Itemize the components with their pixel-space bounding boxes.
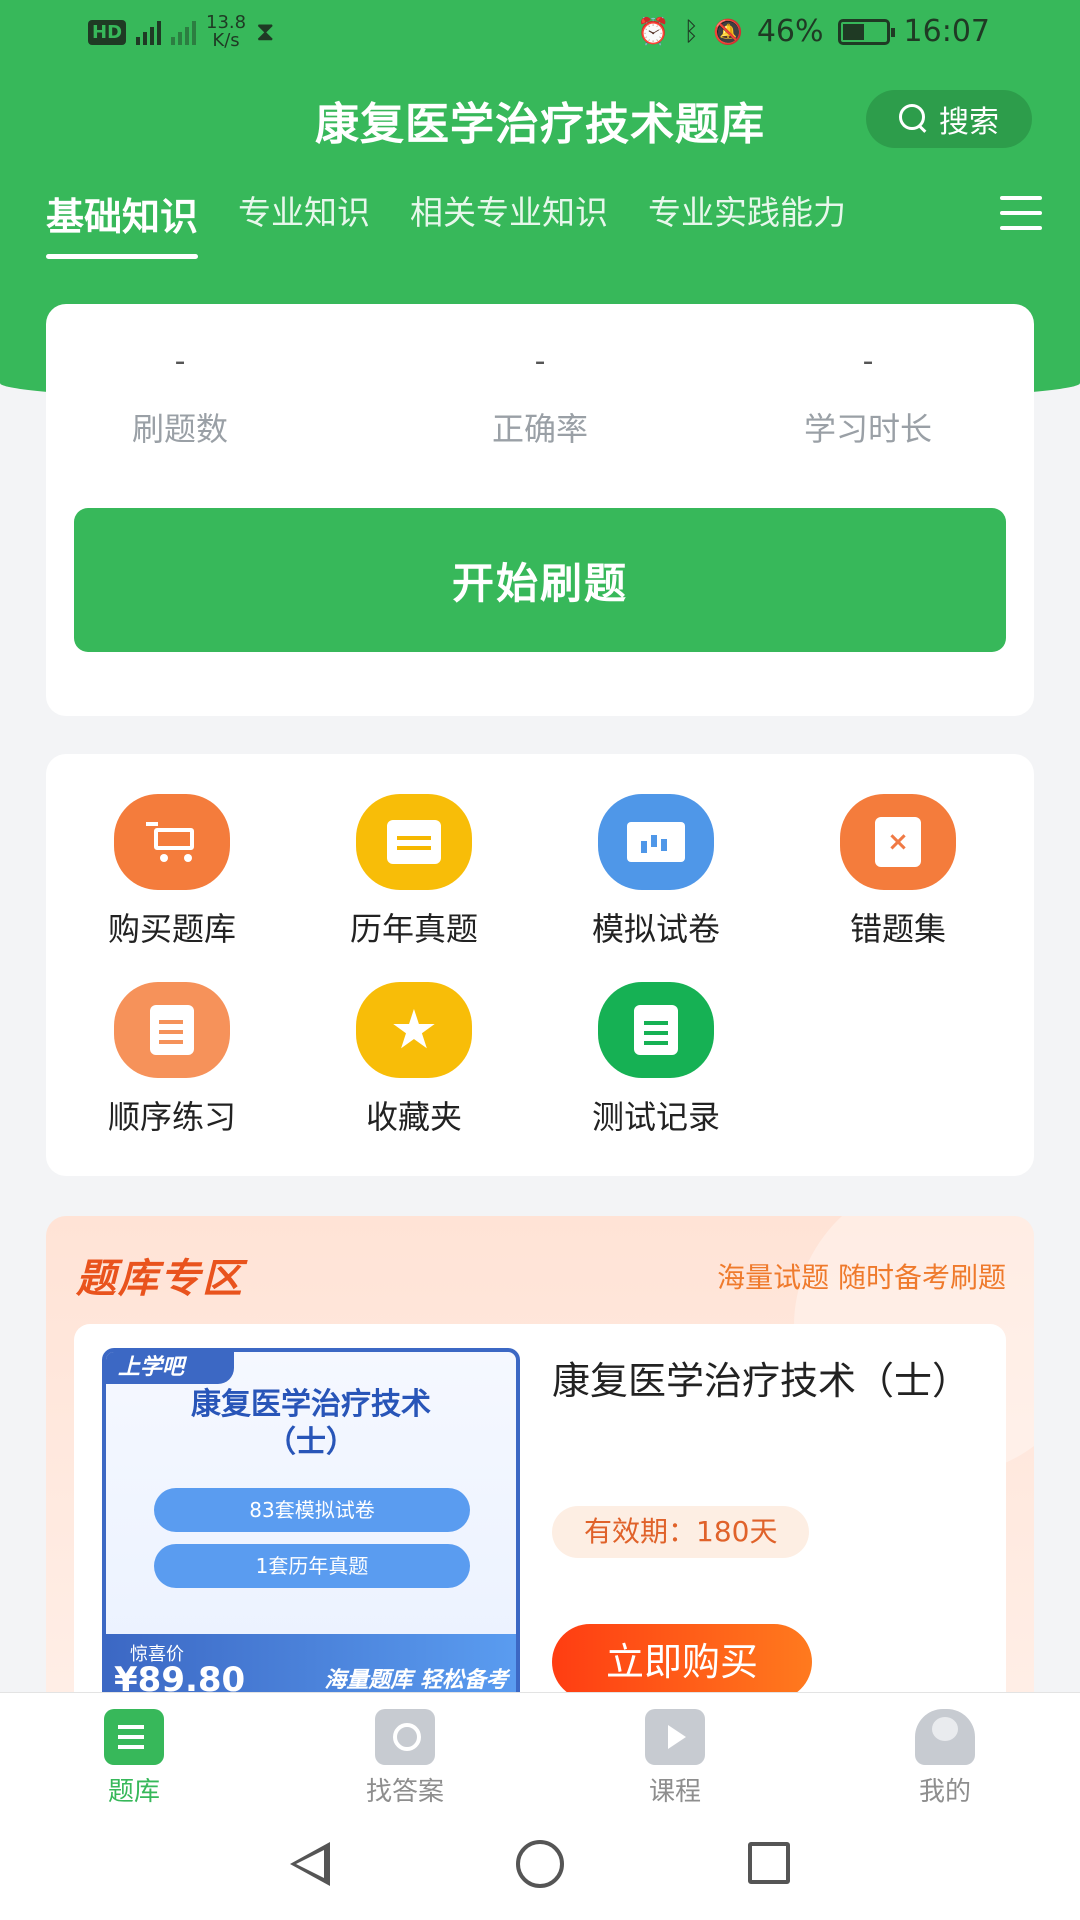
func-test-records[interactable]: 测试记录 [535, 982, 777, 1138]
func-label: 模拟试卷 [591, 910, 720, 948]
func-label: 收藏夹 [365, 1098, 462, 1136]
zone-subtitle: 海量试题 随时备考刷题 [717, 1261, 1006, 1294]
search-label: 搜索 [939, 105, 999, 140]
edit-doc-icon [114, 982, 230, 1078]
bluetooth-icon: ᛒ [683, 16, 699, 47]
clock: 16:07 [903, 14, 990, 49]
hourglass-icon: ⧗ [256, 16, 275, 47]
menu-icon[interactable] [1000, 196, 1042, 230]
nav-find-answer[interactable]: 找答案 [305, 1709, 505, 1808]
stats-card: - 刷题数 - 正确率 - 学习时长 开始刷题 [46, 304, 1034, 716]
cart-icon [114, 794, 230, 890]
func-label: 购买题库 [107, 910, 236, 948]
nav-course[interactable]: 课程 [575, 1709, 775, 1808]
tab-professional-knowledge[interactable]: 专业知识 [238, 186, 370, 259]
question-bank-icon [104, 1709, 164, 1765]
profile-icon [915, 1709, 975, 1765]
func-label: 顺序练习 [107, 1098, 236, 1136]
back-icon[interactable] [290, 1842, 330, 1886]
stat-label: 刷题数 [131, 410, 228, 448]
recent-apps-icon[interactable] [748, 1842, 790, 1884]
battery-icon [837, 18, 895, 45]
product-card[interactable]: 上学吧 康复医学治疗技术（士） 83套模拟试卷 1套历年真题 惊喜价 ¥89.8… [74, 1324, 1006, 1696]
subject-tabs: 基础知识 专业知识 相关专业知识 专业实践能力 [46, 186, 846, 259]
func-label: 错题集 [849, 910, 946, 948]
nav-question-bank[interactable]: 题库 [34, 1709, 234, 1808]
home-icon[interactable] [516, 1840, 564, 1888]
product-title: 康复医学治疗技术（士） [552, 1359, 971, 1403]
nav-label: 找答案 [365, 1777, 444, 1807]
function-grid: 购买题库 历年真题 模拟试卷 × 错题集 顺序练习 ★ 收藏夹 测试记录 [46, 754, 1034, 1176]
system-navigation-bar [0, 1812, 1080, 1920]
func-past-exams[interactable]: 历年真题 [293, 794, 535, 950]
star-icon: ★ [356, 982, 472, 1078]
search-icon [899, 104, 929, 134]
cover-slogan: 海量题库 轻松备考 [324, 1668, 508, 1693]
stat-study-time: - 学习时长 [748, 344, 988, 450]
course-play-icon [645, 1709, 705, 1765]
cover-title: 康复医学治疗技术（士） [191, 1387, 431, 1460]
func-label: 历年真题 [349, 910, 478, 948]
mute-icon: 🔕 [712, 17, 743, 46]
func-buy-bank[interactable]: 购买题库 [51, 794, 293, 950]
func-label: 测试记录 [591, 1098, 720, 1136]
calendar-icon [356, 794, 472, 890]
bottom-tab-bar: 题库 找答案 课程 我的 [0, 1692, 1080, 1812]
func-favorites[interactable]: ★ 收藏夹 [293, 982, 535, 1138]
presentation-board-icon [598, 794, 714, 890]
nav-label: 课程 [648, 1777, 701, 1807]
stat-label: 学习时长 [803, 410, 932, 448]
question-bank-zone: 题库专区 海量试题 随时备考刷题 上学吧 康复医学治疗技术（士） 83套模拟试卷… [46, 1216, 1034, 1696]
tab-basic-knowledge[interactable]: 基础知识 [46, 186, 199, 259]
start-practice-button[interactable]: 开始刷题 [74, 508, 1006, 652]
func-mock-papers[interactable]: 模拟试卷 [535, 794, 777, 950]
func-sequential-practice[interactable]: 顺序练习 [51, 982, 293, 1138]
nav-label: 我的 [918, 1777, 971, 1807]
func-wrong-questions[interactable]: × 错题集 [777, 794, 1019, 950]
zone-title: 题库专区 [76, 1256, 244, 1302]
nav-label: 题库 [107, 1777, 160, 1807]
hd-badge: HD [88, 19, 127, 45]
tab-related-knowledge[interactable]: 相关专业知识 [410, 186, 608, 259]
network-speed: 13.8 K/s [206, 12, 247, 51]
product-cover[interactable]: 上学吧 康复医学治疗技术（士） 83套模拟试卷 1套历年真题 惊喜价 ¥89.8… [102, 1348, 520, 1696]
stat-value: - [862, 344, 874, 379]
status-bar: HD 13.8 K/s ⧗ ⏰ ᛒ 🔕 46% 16:07 [0, 0, 1080, 70]
stat-value: - [174, 344, 186, 379]
list-doc-icon [598, 982, 714, 1078]
stat-value: - [534, 344, 546, 379]
find-answer-icon [375, 1709, 435, 1765]
alarm-icon: ⏰ [636, 16, 670, 47]
stat-questions: - 刷题数 [60, 344, 300, 450]
wrong-file-icon: × [840, 794, 956, 890]
stat-label: 正确率 [491, 410, 588, 448]
brand-logo: 上学吧 [106, 1352, 234, 1384]
validity-badge: 有效期：180天 [552, 1506, 810, 1558]
tab-practice-ability[interactable]: 专业实践能力 [648, 186, 846, 259]
nav-profile[interactable]: 我的 [845, 1709, 1045, 1808]
stat-accuracy: - 正确率 [420, 344, 660, 450]
buy-now-button[interactable]: 立即购买 [552, 1624, 812, 1696]
cover-pill-past: 1套历年真题 [154, 1544, 470, 1588]
signal-2-icon [171, 19, 197, 45]
signal-icon [136, 19, 162, 45]
cover-pill-mock: 83套模拟试卷 [154, 1488, 470, 1532]
cover-price: ¥89.80 [114, 1660, 246, 1696]
battery-percent: 46% [756, 14, 824, 49]
search-button[interactable]: 搜索 [866, 90, 1032, 148]
